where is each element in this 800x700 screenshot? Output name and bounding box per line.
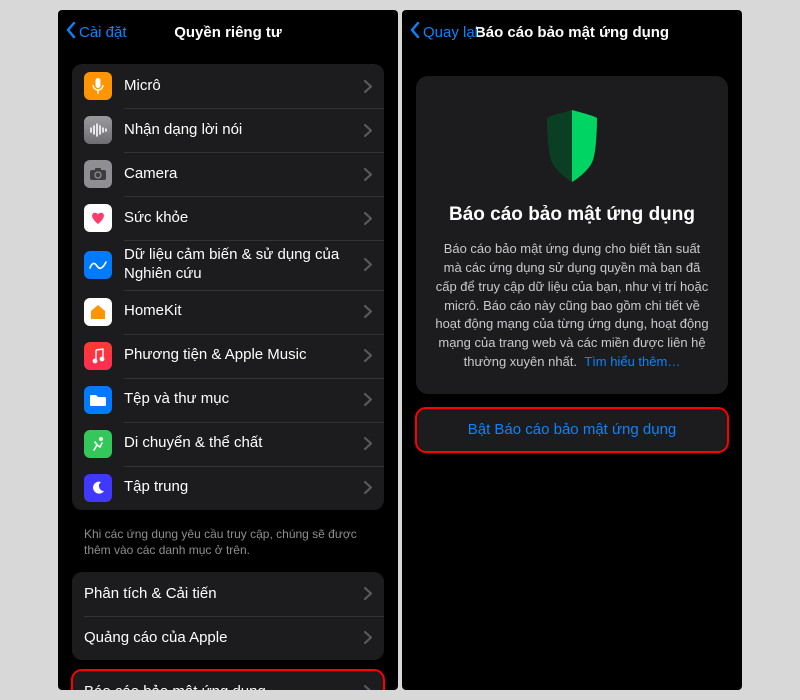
privacy-group-2: Phân tích & Cải tiến Quảng cáo của Apple	[72, 572, 384, 660]
navbar: Quay lại Báo cáo bảo mật ứng dụng	[402, 10, 742, 54]
row-label: Dữ liệu cảm biến & sử dụng của Nghiên cứ…	[124, 246, 352, 284]
info-body: Báo cáo bảo mật ứng dụng cho biết tần su…	[434, 240, 710, 372]
navbar: Cài đặt Quyền riêng tư	[58, 10, 398, 54]
folder-icon	[84, 386, 112, 414]
sensor-icon	[84, 251, 112, 279]
chevron-right-icon	[364, 587, 372, 600]
chevron-right-icon	[364, 437, 372, 450]
chevron-right-icon	[364, 481, 372, 494]
chevron-left-icon	[410, 22, 420, 42]
chevron-right-icon	[364, 124, 372, 137]
row-app-privacy-report[interactable]: Báo cáo bảo mật ứng dụng	[72, 670, 384, 690]
group-footer: Khi các ứng dụng yêu cầu truy cập, chúng…	[58, 520, 398, 562]
chevron-right-icon	[364, 212, 372, 225]
heart-icon	[84, 204, 112, 232]
info-title: Báo cáo bảo mật ứng dụng	[434, 204, 710, 226]
row-health[interactable]: Sức khỏe	[72, 196, 384, 240]
privacy-group-3: Báo cáo bảo mật ứng dụng	[72, 670, 384, 690]
row-label: Quảng cáo của Apple	[84, 629, 352, 648]
row-label: HomeKit	[124, 302, 352, 321]
back-label: Cài đặt	[79, 24, 127, 41]
house-icon	[84, 298, 112, 326]
chevron-right-icon	[364, 305, 372, 318]
row-sensor-data[interactable]: Dữ liệu cảm biến & sử dụng của Nghiên cứ…	[72, 240, 384, 290]
info-body-text: Báo cáo bảo mật ứng dụng cho biết tần su…	[435, 241, 708, 369]
chevron-right-icon	[364, 393, 372, 406]
scroll-area[interactable]: Micrô Nhận dạng lời nói Camera	[58, 54, 398, 690]
music-note-icon	[84, 342, 112, 370]
row-files[interactable]: Tệp và thư mục	[72, 378, 384, 422]
chevron-right-icon	[364, 349, 372, 362]
chevron-right-icon	[364, 685, 372, 690]
row-analytics[interactable]: Phân tích & Cải tiến	[72, 572, 384, 616]
row-media-music[interactable]: Phương tiện & Apple Music	[72, 334, 384, 378]
back-button[interactable]: Cài đặt	[66, 22, 127, 42]
chevron-right-icon	[364, 168, 372, 181]
chevron-right-icon	[364, 258, 372, 271]
camera-icon	[84, 160, 112, 188]
moon-icon	[84, 474, 112, 502]
back-label: Quay lại	[423, 24, 478, 41]
microphone-icon	[84, 72, 112, 100]
shield-icon	[537, 106, 607, 186]
row-fitness[interactable]: Di chuyển & thể chất	[72, 422, 384, 466]
row-label: Camera	[124, 165, 352, 184]
waveform-icon	[84, 116, 112, 144]
screen-app-privacy-report: Quay lại Báo cáo bảo mật ứng dụng Báo cá…	[402, 10, 742, 690]
row-label: Di chuyển & thể chất	[124, 434, 352, 453]
screen-privacy: Cài đặt Quyền riêng tư Micrô Nhận dạng l…	[58, 10, 398, 690]
learn-more-link[interactable]: Tìm hiểu thêm…	[584, 354, 680, 369]
row-label: Sức khỏe	[124, 209, 352, 228]
runner-icon	[84, 430, 112, 458]
row-label: Tệp và thư mục	[124, 390, 352, 409]
chevron-right-icon	[364, 631, 372, 644]
row-apple-ads[interactable]: Quảng cáo của Apple	[72, 616, 384, 660]
row-speech[interactable]: Nhận dạng lời nói	[72, 108, 384, 152]
row-label: Phân tích & Cải tiến	[84, 585, 352, 604]
row-camera[interactable]: Camera	[72, 152, 384, 196]
row-label: Nhận dạng lời nói	[124, 121, 352, 140]
chevron-left-icon	[66, 22, 76, 42]
row-label: Tập trung	[124, 478, 352, 497]
privacy-group-1: Micrô Nhận dạng lời nói Camera	[72, 64, 384, 510]
chevron-right-icon	[364, 80, 372, 93]
scroll-area[interactable]: Báo cáo bảo mật ứng dụng Báo cáo bảo mật…	[402, 54, 742, 690]
back-button[interactable]: Quay lại	[410, 22, 478, 42]
row-microphone[interactable]: Micrô	[72, 64, 384, 108]
row-label: Phương tiện & Apple Music	[124, 346, 352, 365]
info-card: Báo cáo bảo mật ứng dụng Báo cáo bảo mật…	[416, 76, 728, 394]
row-label: Micrô	[124, 77, 352, 96]
enable-button-label: Bật Báo cáo bảo mật ứng dụng	[468, 421, 677, 438]
row-homekit[interactable]: HomeKit	[72, 290, 384, 334]
row-label: Báo cáo bảo mật ứng dụng	[84, 683, 352, 691]
row-focus[interactable]: Tập trung	[72, 466, 384, 510]
enable-report-button[interactable]: Bật Báo cáo bảo mật ứng dụng	[416, 408, 728, 452]
